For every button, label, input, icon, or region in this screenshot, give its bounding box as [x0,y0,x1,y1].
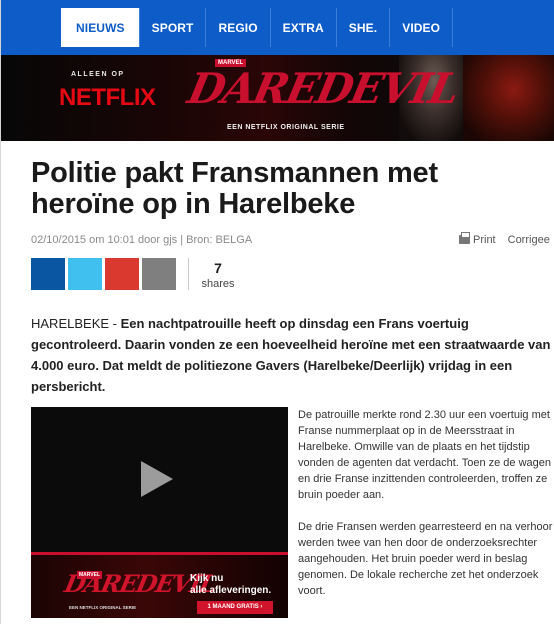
meta-date: 02/10/2015 om 10:01 door [31,234,164,246]
main-nav: NIEUWS SPORT REGIO EXTRA SHE. VIDEO [1,0,554,55]
article-meta: 02/10/2015 om 10:01 door gjs | Bron: BEL… [31,234,252,246]
email-share-button[interactable] [142,258,176,290]
tab-regio[interactable]: REGIO [205,8,269,47]
tab-sport[interactable]: SPORT [138,8,206,47]
twitter-share-button[interactable] [68,258,102,290]
netflix-logo: NETFLIX [59,84,156,111]
article-actions: Print Corrigee [459,232,550,246]
marvel-logo: MARVEL [215,59,247,67]
correction-button[interactable]: Corrigee [508,234,550,246]
daredevil-logo: DAREDEVIL [183,64,463,113]
ad-tagline: ALLEEN OP [71,71,125,78]
article-paragraph-1: De patrouille merkte rond 2.30 uur een v… [298,409,551,501]
ad-subtitle: EEN NETFLIX ORIGINAL SERIE [227,124,345,131]
ad-character-image-2 [463,55,554,141]
print-icon [459,232,470,244]
header: NIEUWS SPORT REGIO EXTRA SHE. VIDEO ALLE… [1,0,554,141]
video-ad-banner[interactable]: DAREDEVIL MARVEL EEN NETFLIX ORIGINAL SE… [31,555,288,618]
print-label: Print [473,234,496,246]
googleplus-share-button[interactable] [105,258,139,290]
video-player[interactable]: DAREDEVIL MARVEL EEN NETFLIX ORIGINAL SE… [31,407,288,618]
video-ad-cta-button[interactable]: 1 MAAND GRATIS › [197,601,273,614]
print-button[interactable]: Print [459,232,496,246]
play-icon[interactable] [141,461,173,497]
article-paragraph-2: De drie Fransen werden gearresteerd en n… [298,521,553,597]
share-count: 7 [214,260,222,276]
nav-tabs: NIEUWS SPORT REGIO EXTRA SHE. VIDEO [61,8,454,47]
video-ad-marvel-logo: MARVEL [77,571,103,579]
article-lead: HARELBEKE - Een nachtpatrouille heeft op… [31,313,553,397]
tab-nieuws[interactable]: NIEUWS [61,8,139,47]
meta-source: | Bron: BELGA [177,234,253,246]
video-ad-line2: alle afleveringen. [190,585,272,596]
facebook-share-button[interactable] [31,258,65,290]
tab-extra[interactable]: EXTRA [269,8,336,47]
dateline: HARELBEKE - [31,316,121,331]
video-ad-subtitle: EEN NETFLIX ORIGINAL SERIE [69,605,137,610]
share-divider [188,258,189,290]
tab-she[interactable]: SHE. [335,8,389,47]
video-ad-line1: Kijk nu [190,573,224,584]
article-headline: Politie pakt Fransmannen met heroïne op … [31,157,438,220]
tab-video[interactable]: VIDEO [389,8,454,47]
page: NIEUWS SPORT REGIO EXTRA SHE. VIDEO ALLE… [0,0,554,624]
article-body: De patrouille merkte rond 2.30 uur een v… [298,407,553,615]
author-link[interactable]: gjs [163,234,177,246]
share-label: shares [201,278,235,290]
